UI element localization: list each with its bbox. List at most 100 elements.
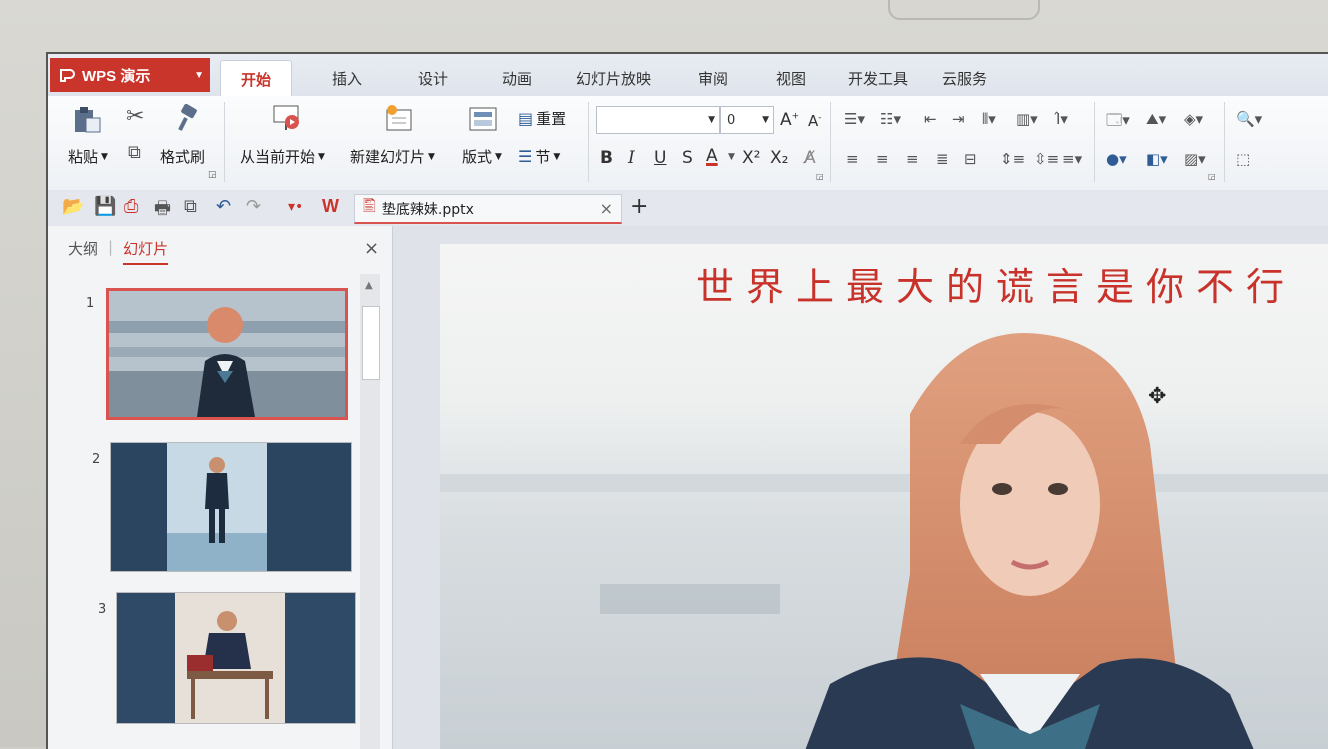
distribute-icon[interactable]: ⊟ [964,150,977,168]
open-icon[interactable]: 📂 [62,196,84,217]
quick-access-bar: 📂 💾 ⎙ 🖶 ⧉ ↶ ↷ ▾• W 🖺 垫底辣妹.pptx × + [48,190,1328,227]
font-color-button[interactable]: A [706,146,718,166]
new-tab-button[interactable]: + [630,194,648,219]
bold-button[interactable]: B [600,148,613,168]
numbered-list-icon[interactable]: ☷▾ [880,110,901,128]
arrange-icon[interactable]: ◧▾ [1146,150,1168,168]
text-direction-icon[interactable]: ⫴▾ [982,110,996,128]
line-spacing-icon[interactable]: ⇕≡ [1000,150,1025,168]
wps-app-menu-button[interactable]: WPS 演示 ▼ [50,58,210,92]
tab-view[interactable]: 视图 [776,68,806,89]
subscript-button[interactable]: X₂ [770,148,788,168]
paragraph-spacing-icon[interactable]: ⇳≡ [1034,150,1059,168]
slide-number: 1 [86,296,95,311]
slide-thumbnail-3[interactable] [116,592,356,724]
text-align-icon[interactable]: ≡▾ [1062,150,1082,168]
slide-1-image [109,291,345,417]
export-pdf-icon[interactable]: ⎙ [124,196,138,217]
fill-icon[interactable]: ◈▾ [1184,110,1203,128]
italic-button[interactable]: I [628,148,635,168]
print-icon[interactable]: 🖶 [154,196,171,226]
paste-icon[interactable] [72,106,102,134]
tab-slides[interactable]: 幻灯片 [123,238,169,265]
align-right-icon[interactable]: ≡ [906,150,919,168]
section-icon: ☰ [518,147,533,166]
text-size-icon[interactable]: Ⅰ̂▾ [1056,110,1068,128]
strikethrough-button[interactable]: S [682,148,693,168]
print-preview-icon[interactable]: ⧉ [184,196,197,217]
layout-button[interactable]: 版式 ▼ [462,146,502,167]
slide-thumbnail-2[interactable] [110,442,352,572]
picture-icon[interactable]: ⛰▾ [1146,110,1166,128]
bullet-list-icon[interactable]: ☰▾ [844,110,865,128]
cut-icon[interactable]: ✂ [126,104,144,129]
divider [1224,102,1225,182]
expand-icon[interactable]: ◲ [1208,172,1216,181]
section-button[interactable]: ☰ 节 ▼ [518,146,560,167]
tab-animation[interactable]: 动画 [502,68,532,89]
slide-number: 2 [92,452,101,467]
shrink-font-icon[interactable]: A- [808,112,822,130]
tab-developer[interactable]: 开发工具 [848,68,908,89]
expand-icon[interactable]: ◲ [208,170,217,180]
slide-canvas[interactable]: 世界上最大的谎言是你不行 ✥ [440,244,1328,749]
textbox-icon[interactable]: 🗔▾ [1106,110,1130,135]
align-center-icon[interactable]: ≡ [876,150,889,168]
monitor-button [888,0,1040,20]
undo-icon[interactable]: ↶ [216,196,231,217]
tab-cloud[interactable]: 云服务 [942,68,987,89]
chevron-down-icon: ▼ [194,69,204,81]
play-from-current-icon[interactable] [272,104,302,132]
slide-title[interactable]: 世界上最大的谎言是你不行 [696,256,1296,311]
tab-review[interactable]: 审阅 [698,68,728,89]
scroll-up-icon[interactable]: ▲ [365,280,373,291]
layout-icon[interactable] [468,106,498,134]
decrease-indent-icon[interactable]: ⇤ [924,110,937,128]
redo-icon[interactable]: ↷ [246,196,261,217]
customize-icon[interactable]: ▾• [288,199,303,215]
outline-icon[interactable]: ▨▾ [1184,150,1206,168]
new-slide-icon[interactable] [384,104,414,132]
divider [224,102,225,182]
format-painter-icon[interactable] [170,104,200,132]
slide-number: 3 [98,602,107,617]
expand-icon[interactable]: ◲ [816,172,824,181]
new-slide-button[interactable]: 新建幻灯片 ▼ [350,146,435,167]
slide-panel: 大纲 | 幻灯片 × 1 2 3 ▲ [48,226,393,749]
tab-home[interactable]: 开始 [220,60,293,100]
ribbon: 粘贴 ▼ ✂ ⧉ 格式刷 ◲ 从当前开始 ▼ 新建幻灯片 ▼ 版式 ▼ ▤ 重置… [48,96,1328,191]
close-icon[interactable]: × [600,199,613,218]
font-size-combo[interactable]: 0 ▼ [720,106,774,134]
columns-icon[interactable]: ▥▾ [1016,110,1038,128]
tab-outline[interactable]: 大纲 [68,238,98,265]
copy-icon[interactable]: ⧉ [128,142,141,163]
shapes-icon[interactable]: ●▾ [1106,150,1127,168]
clear-format-icon[interactable]: A̸ [804,148,816,168]
underline-button[interactable]: U [654,148,666,168]
chevron-down-icon[interactable]: ▼ [728,152,735,162]
tab-divider: | [108,238,114,256]
select-icon[interactable]: ⬚ [1236,150,1250,168]
reset-button[interactable]: ▤ 重置 [518,108,566,129]
tab-insert[interactable]: 插入 [332,68,362,89]
document-tab[interactable]: 🖺 垫底辣妹.pptx × [354,194,622,224]
play-from-current-button[interactable]: 从当前开始 ▼ [240,146,325,167]
increase-indent-icon[interactable]: ⇥ [952,110,965,128]
save-icon[interactable]: 💾 [94,196,116,217]
format-painter-button[interactable]: 格式刷 [160,146,205,167]
slide-panel-scrollbar[interactable]: ▲ [360,274,380,749]
paste-button[interactable]: 粘贴 ▼ [68,146,108,167]
close-icon[interactable]: × [364,238,379,259]
wps-w-icon[interactable]: W [322,196,339,217]
tab-slideshow[interactable]: 幻灯片放映 [576,68,651,89]
slide-thumbnail-1[interactable] [106,288,348,420]
tab-design[interactable]: 设计 [418,68,448,89]
grow-font-icon[interactable]: A+ [780,110,799,130]
font-name-combo[interactable]: ▼ [596,106,720,134]
find-icon[interactable]: 🔍▾ [1236,110,1262,128]
justify-icon[interactable]: ≣ [936,150,949,168]
align-left-icon[interactable]: ≡ [846,150,859,168]
scrollbar-thumb[interactable] [362,306,380,380]
reset-label: 重置 [536,110,567,128]
superscript-button[interactable]: X² [742,148,760,168]
